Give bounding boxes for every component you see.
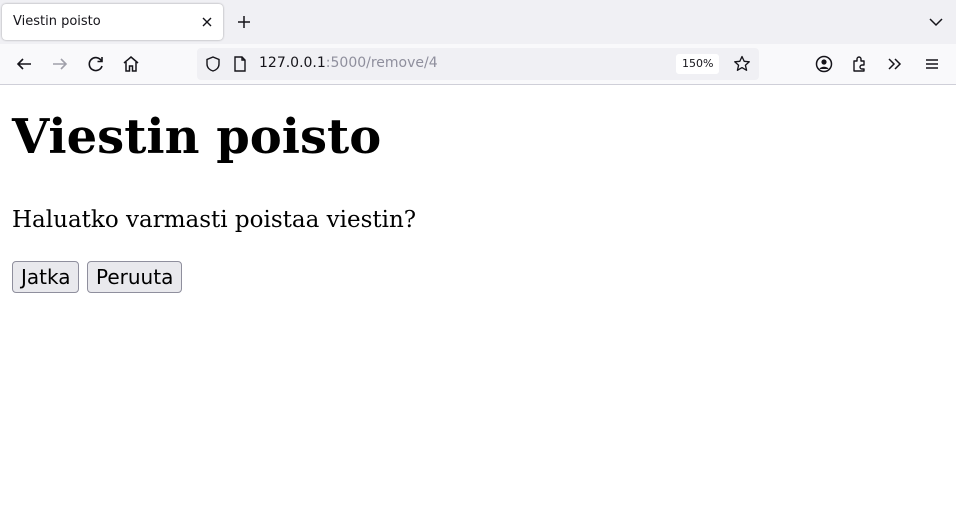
forward-icon[interactable] (49, 53, 71, 75)
page-content: Viestin poisto Haluatko varmasti poistaa… (0, 85, 956, 510)
navigation-toolbar: 127.0.0.1:5000/remove/4 150% (0, 44, 956, 85)
back-icon[interactable] (13, 53, 35, 75)
active-tab[interactable]: Viestin poisto (2, 4, 223, 40)
account-icon[interactable] (813, 53, 835, 75)
url-host: 127.0.0.1 (259, 55, 326, 71)
close-tab-icon[interactable] (198, 13, 216, 31)
url-text: 127.0.0.1:5000/remove/4 (259, 55, 438, 71)
hamburger-menu-icon[interactable] (921, 53, 943, 75)
home-icon[interactable] (120, 53, 142, 75)
extensions-icon[interactable] (849, 53, 871, 75)
address-bar[interactable]: 127.0.0.1:5000/remove/4 150% (197, 48, 759, 80)
tab-bar: Viestin poisto (0, 0, 956, 44)
more-tools-chevron-icon[interactable] (884, 53, 906, 75)
cancel-button[interactable]: Peruuta (87, 261, 183, 293)
bookmark-star-icon[interactable] (732, 54, 752, 74)
new-tab-icon[interactable] (234, 12, 254, 32)
confirm-button[interactable]: Jatka (12, 261, 80, 293)
page-info-icon[interactable] (230, 54, 250, 74)
page-title: Viestin poisto (12, 109, 382, 165)
tracking-protection-shield-icon[interactable] (203, 54, 223, 74)
url-path: :5000/remove/4 (325, 55, 438, 71)
tab-title: Viestin poisto (13, 14, 101, 29)
confirmation-question: Haluatko varmasti poistaa viestin? (12, 207, 417, 233)
list-all-tabs-icon[interactable] (926, 12, 946, 32)
reload-icon[interactable] (85, 53, 107, 75)
zoom-level-indicator[interactable]: 150% (676, 54, 720, 74)
